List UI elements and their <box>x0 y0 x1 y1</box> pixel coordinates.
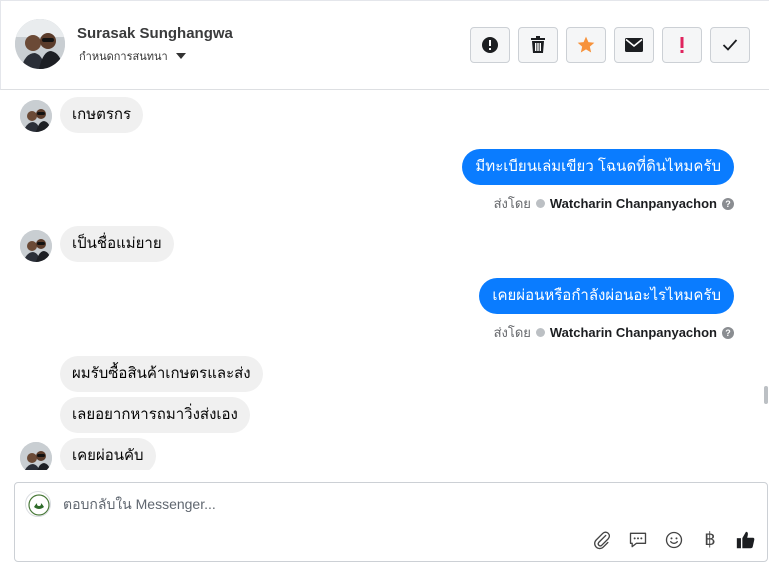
message-thread[interactable]: เกษตรกร มีทะเบียนเล่มเขียว โฉนดที่ดินไหม… <box>0 90 769 470</box>
contact-avatar-small[interactable] <box>20 442 52 470</box>
incoming-message: เคยผ่อนคับ <box>60 438 156 470</box>
contact-photo <box>20 442 52 470</box>
contact-avatar-small[interactable] <box>20 230 52 262</box>
contact-photo <box>15 19 65 69</box>
emoji-button[interactable] <box>663 529 685 551</box>
mark-unread-button[interactable] <box>614 27 654 63</box>
mark-done-button[interactable] <box>710 27 750 63</box>
star-icon <box>577 36 595 53</box>
spam-button[interactable] <box>470 27 510 63</box>
incoming-message: เป็นชื่อแม่ยาย <box>60 226 174 262</box>
sent-by-label: ส่งโดย <box>493 196 531 211</box>
contact-name[interactable]: Surasak Sunghangwa <box>77 25 233 42</box>
sent-by-info: ส่งโดย Watcharin Chanpanyachon ? <box>494 322 734 343</box>
sent-by-label: ส่งโดย <box>493 325 531 340</box>
assign-conversation-dropdown[interactable]: กำหนดการสนทนา <box>79 47 186 65</box>
contact-photo <box>20 230 52 262</box>
page-avatar <box>25 491 51 517</box>
star-button[interactable] <box>566 27 606 63</box>
outgoing-message: มีทะเบียนเล่มเขียว โฉนดที่ดินไหมครับ <box>462 149 734 185</box>
checkmark-icon <box>722 39 738 51</box>
composer-tools: ฿ <box>591 529 757 551</box>
delete-button[interactable] <box>518 27 558 63</box>
trash-icon <box>531 36 545 53</box>
payment-button[interactable]: ฿ <box>699 529 721 551</box>
reply-composer: ฿ <box>14 482 768 562</box>
attach-button[interactable] <box>591 529 613 551</box>
alert-circle-icon <box>482 37 498 53</box>
emoji-icon <box>665 531 683 549</box>
contact-avatar-small[interactable] <box>20 100 52 132</box>
like-button[interactable] <box>735 529 757 551</box>
contact-photo <box>20 100 52 132</box>
help-icon[interactable]: ? <box>722 197 734 210</box>
follow-up-button[interactable] <box>662 27 702 63</box>
incoming-message: เลยอยากหารถมาวิ่งส่งเอง <box>60 397 250 433</box>
help-icon[interactable]: ? <box>722 326 734 339</box>
saved-replies-button[interactable] <box>627 529 649 551</box>
sent-by-info: ส่งโดย Watcharin Chanpanyachon ? <box>494 193 734 214</box>
contact-avatar[interactable] <box>15 19 65 69</box>
outgoing-message: เคยผ่อนหรือกำลังผ่อนอะไรไหมครับ <box>479 278 734 314</box>
saved-reply-icon <box>629 532 647 548</box>
incoming-message: เกษตรกร <box>60 97 144 133</box>
page-badge-icon <box>535 328 545 337</box>
conversation-header: Surasak Sunghangwa กำหนดการสนทนา <box>0 0 769 90</box>
thread-scrollbar[interactable] <box>764 386 768 404</box>
sender-name[interactable]: Watcharin Chanpanyachon <box>550 196 717 211</box>
assign-conversation-label: กำหนดการสนทนา <box>79 51 168 63</box>
page-badge-icon <box>535 199 545 208</box>
envelope-icon <box>625 38 643 52</box>
caret-down-icon <box>175 53 186 59</box>
exclamation-icon <box>680 37 684 53</box>
baht-payment-icon: ฿ <box>704 529 716 550</box>
reply-input[interactable] <box>63 493 743 515</box>
conversation-actions <box>470 27 750 63</box>
thumbs-up-icon <box>736 531 755 549</box>
sender-name[interactable]: Watcharin Chanpanyachon <box>550 325 717 340</box>
page-logo-icon <box>28 494 50 516</box>
incoming-message: ผมรับซื้อสินค้าเกษตรและส่ง <box>60 356 263 392</box>
paperclip-icon <box>594 531 611 550</box>
